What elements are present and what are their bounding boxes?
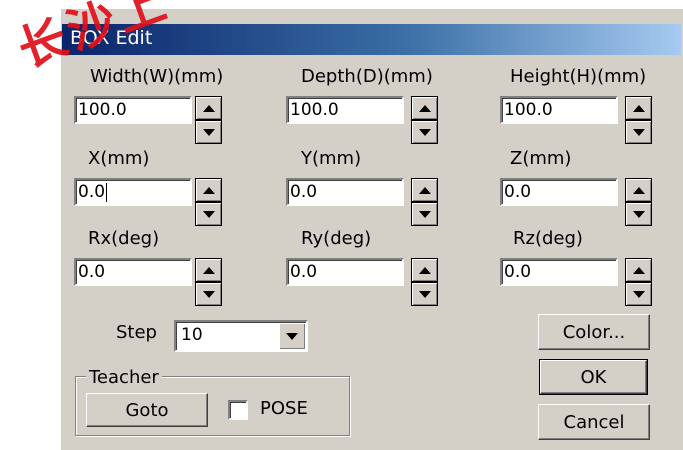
z-field[interactable] <box>500 178 618 206</box>
ry-down-button[interactable] <box>412 283 437 305</box>
rz-field[interactable] <box>500 258 618 286</box>
ry-label: Ry(deg) <box>301 228 372 249</box>
ry-field[interactable] <box>286 258 404 286</box>
x-spinner[interactable] <box>195 178 222 226</box>
triangle-down-icon <box>632 290 645 298</box>
height-up-button[interactable] <box>626 97 651 119</box>
width-field[interactable] <box>74 96 192 124</box>
pose-checkbox[interactable] <box>228 400 248 420</box>
z-label: Z(mm) <box>510 148 572 169</box>
step-dropdown-button[interactable] <box>279 323 305 349</box>
triangle-up-icon <box>632 266 645 274</box>
goto-button[interactable]: Goto <box>86 393 208 427</box>
rx-field[interactable] <box>74 258 192 286</box>
height-label: Height(H)(mm) <box>510 66 647 87</box>
rx-input[interactable] <box>78 261 186 283</box>
triangle-down-icon <box>418 128 431 136</box>
triangle-up-icon <box>418 186 431 194</box>
chevron-down-icon <box>286 332 298 340</box>
triangle-down-icon <box>418 290 431 298</box>
width-input[interactable] <box>78 99 186 121</box>
width-spinner[interactable] <box>195 96 222 144</box>
height-spinner[interactable] <box>625 96 652 144</box>
triangle-down-icon <box>418 210 431 218</box>
triangle-down-icon <box>632 210 645 218</box>
step-label: Step <box>116 322 157 343</box>
z-down-button[interactable] <box>626 203 651 225</box>
rx-spinner[interactable] <box>195 258 222 306</box>
height-field[interactable] <box>500 96 618 124</box>
triangle-down-icon <box>202 290 215 298</box>
x-up-button[interactable] <box>196 179 221 201</box>
text-caret <box>106 183 107 202</box>
triangle-up-icon <box>418 266 431 274</box>
z-spinner[interactable] <box>625 178 652 226</box>
cancel-button[interactable]: Cancel <box>538 404 650 440</box>
x-field[interactable] <box>74 178 192 206</box>
ry-up-button[interactable] <box>412 259 437 281</box>
ry-input[interactable] <box>290 261 398 283</box>
width-down-button[interactable] <box>196 121 221 143</box>
width-label: Width(W)(mm) <box>90 66 224 87</box>
triangle-up-icon <box>632 186 645 194</box>
rx-up-button[interactable] <box>196 259 221 281</box>
triangle-up-icon <box>202 186 215 194</box>
y-field[interactable] <box>286 178 404 206</box>
y-spinner[interactable] <box>411 178 438 226</box>
rz-down-button[interactable] <box>626 283 651 305</box>
depth-spinner[interactable] <box>411 96 438 144</box>
triangle-up-icon <box>418 104 431 112</box>
y-up-button[interactable] <box>412 179 437 201</box>
depth-field[interactable] <box>286 96 404 124</box>
rz-input[interactable] <box>504 261 612 283</box>
rz-spinner[interactable] <box>625 258 652 306</box>
ry-spinner[interactable] <box>411 258 438 306</box>
step-value: 10 <box>181 325 203 345</box>
triangle-up-icon <box>202 104 215 112</box>
triangle-up-icon <box>632 104 645 112</box>
rz-label: Rz(deg) <box>513 228 583 249</box>
triangle-up-icon <box>202 266 215 274</box>
teacher-legend: Teacher <box>86 367 162 388</box>
rx-down-button[interactable] <box>196 283 221 305</box>
pose-label: POSE <box>260 398 308 419</box>
triangle-down-icon <box>632 128 645 136</box>
z-up-button[interactable] <box>626 179 651 201</box>
width-up-button[interactable] <box>196 97 221 119</box>
x-label: X(mm) <box>88 148 150 169</box>
depth-label: Depth(D)(mm) <box>301 66 433 87</box>
ok-button[interactable]: OK <box>539 359 648 395</box>
rz-up-button[interactable] <box>626 259 651 281</box>
height-down-button[interactable] <box>626 121 651 143</box>
triangle-down-icon <box>202 210 215 218</box>
y-label: Y(mm) <box>301 148 362 169</box>
depth-input[interactable] <box>290 99 398 121</box>
depth-down-button[interactable] <box>412 121 437 143</box>
depth-up-button[interactable] <box>412 97 437 119</box>
color-button[interactable]: Color... <box>538 314 650 350</box>
z-input[interactable] <box>504 181 612 203</box>
height-input[interactable] <box>504 99 612 121</box>
triangle-down-icon <box>202 128 215 136</box>
y-input[interactable] <box>290 181 398 203</box>
x-input[interactable] <box>78 181 186 203</box>
rx-label: Rx(deg) <box>88 228 160 249</box>
y-down-button[interactable] <box>412 203 437 225</box>
x-down-button[interactable] <box>196 203 221 225</box>
step-select[interactable]: 10 <box>174 320 308 352</box>
